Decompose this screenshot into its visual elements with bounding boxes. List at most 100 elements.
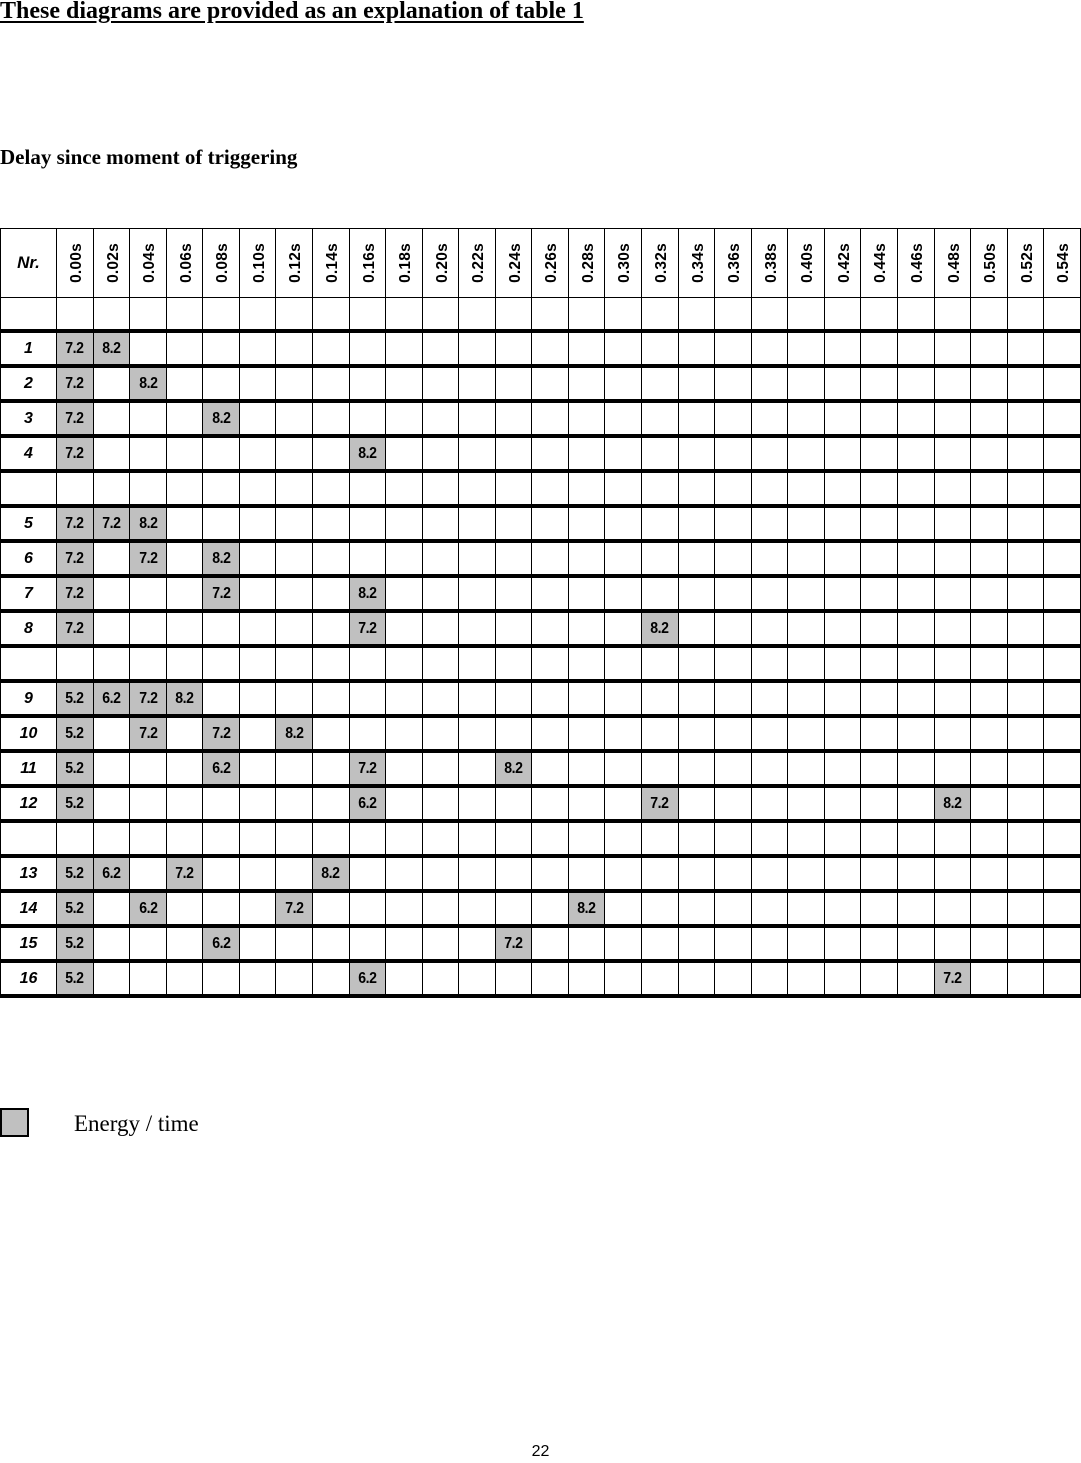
empty-cell [348, 505, 387, 543]
empty-cell [458, 297, 496, 333]
energy-value: 8.2 [577, 899, 597, 917]
page-number: 22 [531, 1443, 550, 1460]
empty-cell [677, 960, 716, 998]
empty-cell [787, 505, 825, 543]
row-number [0, 470, 57, 508]
empty-cell [531, 750, 569, 788]
energy-cell: 6.2 [348, 785, 387, 823]
empty-cell [823, 925, 862, 963]
empty-cell [677, 680, 716, 718]
empty-cell [458, 330, 496, 368]
empty-cell [714, 680, 752, 718]
empty-cell [714, 855, 752, 893]
empty-cell [1043, 645, 1081, 683]
empty-cell [165, 297, 204, 333]
column-header-label: 0.10s [250, 243, 268, 283]
empty-cell [787, 575, 825, 613]
empty-cell [494, 820, 533, 858]
empty-cell [823, 297, 862, 333]
empty-cell [677, 330, 716, 368]
empty-cell [56, 820, 94, 858]
energy-cell: 7.2 [494, 925, 533, 963]
column-header-label: 0.54s [1055, 243, 1073, 283]
energy-value: 7.2 [650, 794, 670, 812]
empty-cell [714, 400, 752, 438]
empty-cell [531, 785, 569, 823]
empty-cell [494, 400, 533, 438]
energy-cell: 8.2 [641, 610, 679, 648]
empty-cell [129, 575, 167, 613]
empty-cell [238, 400, 277, 438]
empty-cell [421, 470, 460, 508]
energy-value: 5.2 [65, 689, 85, 707]
table-row: 16 5.2 6.2 7.2 [0, 960, 1081, 998]
empty-cell [458, 820, 496, 858]
empty-cell [567, 470, 606, 508]
row-number: 4 [0, 435, 57, 473]
energy-cell: 7.2 [202, 715, 240, 753]
empty-cell [677, 365, 716, 403]
energy-cell: 5.2 [56, 960, 94, 998]
energy-cell: 8.2 [202, 540, 240, 578]
row-number [0, 820, 57, 858]
empty-cell [1043, 575, 1081, 613]
empty-cell [823, 890, 862, 928]
empty-cell [494, 855, 533, 893]
empty-cell [238, 890, 277, 928]
empty-cell [458, 365, 496, 403]
empty-cell [531, 330, 569, 368]
empty-cell [1006, 750, 1045, 788]
empty-cell [202, 365, 240, 403]
empty-cell [202, 855, 240, 893]
empty-cell [641, 855, 679, 893]
column-header-label: 0.48s [945, 243, 963, 283]
legend-label: Energy / time [74, 1111, 199, 1136]
empty-cell [311, 297, 350, 333]
column-header: 0.10s [238, 228, 277, 298]
empty-cell [933, 470, 972, 508]
empty-cell [1006, 715, 1045, 753]
empty-cell [165, 330, 204, 368]
empty-cell [458, 960, 496, 998]
column-header-label: 0.28s [579, 243, 597, 283]
section-heading: Delay since moment of triggering [0, 145, 298, 169]
empty-cell [1043, 297, 1081, 333]
empty-cell [860, 540, 898, 578]
empty-cell [567, 540, 606, 578]
empty-cell [275, 820, 313, 858]
empty-cell [238, 715, 277, 753]
empty-cell [860, 505, 898, 543]
empty-cell [933, 575, 972, 613]
empty-cell [458, 715, 496, 753]
empty-cell [970, 925, 1008, 963]
empty-cell [714, 925, 752, 963]
empty-cell [1043, 715, 1081, 753]
table-row: 2 7.2 8.2 [0, 365, 1081, 403]
column-header-label: 0.14s [323, 243, 341, 283]
empty-cell [823, 960, 862, 998]
column-header: 0.42s [823, 228, 862, 298]
empty-cell [1006, 680, 1045, 718]
empty-cell [860, 400, 898, 438]
table-row: 7 7.2 7.2 8.2 [0, 575, 1081, 613]
column-header-label: 0.40s [799, 243, 817, 283]
empty-cell [494, 330, 533, 368]
empty-cell [165, 750, 204, 788]
energy-value: 7.2 [65, 444, 85, 462]
empty-cell [896, 365, 935, 403]
empty-cell [714, 470, 752, 508]
column-header: 0.54s [1043, 228, 1081, 298]
empty-cell [348, 365, 387, 403]
empty-cell [275, 400, 313, 438]
empty-cell [823, 435, 862, 473]
column-header-label: 0.04s [141, 243, 159, 283]
energy-value: 6.2 [211, 759, 231, 777]
row-number: 11 [0, 750, 57, 788]
empty-cell [787, 330, 825, 368]
empty-cell [531, 470, 569, 508]
empty-cell [933, 330, 972, 368]
energy-cell: 5.2 [56, 750, 94, 788]
empty-cell [750, 365, 789, 403]
empty-cell [385, 715, 423, 753]
empty-cell [750, 960, 789, 998]
